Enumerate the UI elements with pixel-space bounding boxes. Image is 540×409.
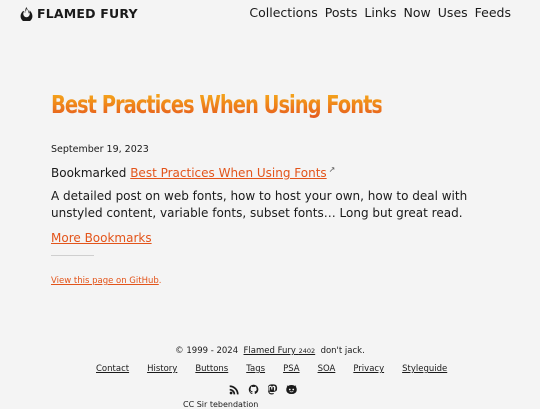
nav-now[interactable]: Now bbox=[404, 5, 431, 20]
omg-lol-icon[interactable] bbox=[286, 384, 297, 395]
page-title: Best Practices When Using Fonts bbox=[51, 90, 383, 119]
footer-link-contact[interactable]: Contact bbox=[96, 364, 129, 374]
nav-posts[interactable]: Posts bbox=[325, 5, 358, 20]
bookmark-prefix: Bookmarked bbox=[51, 166, 127, 180]
nav-collections[interactable]: Collections bbox=[249, 5, 317, 20]
rss-icon[interactable] bbox=[229, 384, 240, 395]
external-link-icon: ↗ bbox=[328, 165, 336, 174]
copyright: © 1999 - 2024 Flamed Fury 2402 don't jac… bbox=[0, 346, 540, 356]
main-nav: Collections Posts Links Now Uses Feeds bbox=[249, 5, 511, 20]
footer-nav: Contact History Buttons Tags PSA SOA Pri… bbox=[96, 364, 447, 374]
divider bbox=[51, 255, 94, 256]
copyright-years: © 1999 - 2024 bbox=[175, 346, 239, 356]
nav-uses[interactable]: Uses bbox=[438, 5, 468, 20]
github-line: View this page on GitHub. bbox=[51, 276, 161, 286]
footer-link-privacy[interactable]: Privacy bbox=[353, 364, 384, 374]
github-icon[interactable] bbox=[248, 384, 259, 395]
post-date: September 19, 2023 bbox=[51, 144, 149, 155]
site-version: 2402 bbox=[298, 347, 316, 355]
brand-name: FLAMED FURY bbox=[37, 6, 138, 21]
bookmark-line: Bookmarked Best Practices When Using Fon… bbox=[51, 165, 335, 180]
github-suffix: . bbox=[158, 276, 162, 286]
footer-link-tags[interactable]: Tags bbox=[246, 364, 265, 374]
footer-link-styleguide[interactable]: Styleguide bbox=[402, 364, 447, 374]
github-page-link[interactable]: View this page on GitHub bbox=[51, 276, 159, 286]
nav-feeds[interactable]: Feeds bbox=[475, 5, 511, 20]
social-links bbox=[229, 384, 297, 395]
footer-link-buttons[interactable]: Buttons bbox=[195, 364, 228, 374]
more-bookmarks-link[interactable]: More Bookmarks bbox=[51, 231, 152, 245]
footer-link-psa[interactable]: PSA bbox=[283, 364, 300, 374]
site-header: FLAMED FURY Collections Posts Links Now … bbox=[0, 0, 540, 28]
flame-icon bbox=[20, 6, 33, 21]
footer-link-soa[interactable]: SOA bbox=[318, 364, 336, 374]
bookmark-link[interactable]: Best Practices When Using Fonts bbox=[130, 166, 326, 180]
site-name: Flamed Fury bbox=[243, 346, 296, 356]
brand-link[interactable]: FLAMED FURY bbox=[20, 6, 138, 21]
site-name-link[interactable]: Flamed Fury 2402 bbox=[244, 346, 316, 356]
tagline: don't jack. bbox=[320, 346, 365, 356]
footer-link-history[interactable]: History bbox=[147, 364, 177, 374]
mastodon-icon[interactable] bbox=[267, 384, 278, 395]
post-description: A detailed post on web fonts, how to hos… bbox=[51, 189, 468, 220]
nav-links[interactable]: Links bbox=[364, 5, 396, 20]
